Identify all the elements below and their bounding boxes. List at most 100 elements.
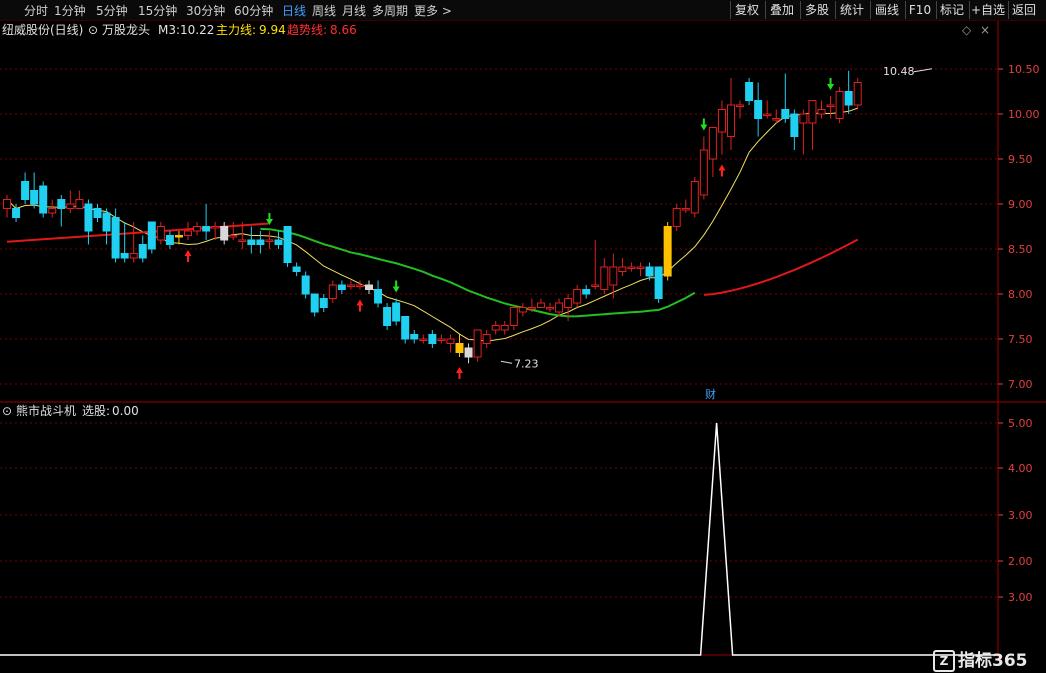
main-y-axis: 10.50 10.00 9.50 9.00 8.50 8.00 7.50 7.00 [998,63,1040,391]
candle-body-29 [265,239,274,242]
candle-body-65 [591,284,600,287]
candle-body-53 [482,334,491,344]
candle-body-41 [374,289,383,304]
candle-body-0 [3,199,11,209]
sub-y-label-4: 3.00 [1008,591,1033,604]
up-arrow-0 [184,250,192,262]
candle-body-22 [202,226,211,232]
candle-body-71 [645,266,654,277]
main-y-label-6: 7.50 [1008,333,1033,346]
sub-signal-polyline [0,422,998,656]
price-annotations: 10.48 7.23 财 [500,65,933,401]
candle-body-77 [699,149,708,196]
down-arrow-1 [392,280,400,293]
candle-body-90 [817,109,826,115]
candle-body-25 [229,235,238,238]
candle-body-48 [437,338,446,341]
candle-body-62 [564,298,573,308]
tab-period-5[interactable]: 60分钟 [234,3,273,19]
candle-body-92 [835,91,844,119]
candle-body-45 [410,334,419,340]
main-y-label-1: 10.00 [1008,108,1040,121]
candle-body-61 [555,302,564,313]
candle-body-28 [256,239,265,245]
candle-body-54 [491,325,500,331]
candle-body-73 [663,226,672,277]
candle-body-88 [799,113,808,124]
candle-body-17 [156,226,165,241]
candle-body-27 [247,239,256,245]
tab-period-9[interactable]: 多周期 [372,3,408,19]
tab-period-0[interactable]: 分时 [24,3,48,19]
candle-body-56 [509,307,518,326]
candle-body-7 [66,203,75,209]
kline-chart[interactable]: 10.50 10.00 9.50 9.00 8.50 8.00 7.50 7.00 5.00 4… [0,21,1046,661]
toolbar-button-4[interactable]: 画线 [870,1,903,19]
candle-body-14 [129,253,138,259]
watermark-logo: Z 指标365 [933,649,1028,673]
toolbar-button-5[interactable]: F10 [905,1,934,19]
candle-body-78 [708,127,717,160]
tab-period-10[interactable]: 更多 > [414,3,452,19]
candle-body-80 [727,104,735,137]
candle-body-51 [464,347,473,358]
sub-y-label-3: 2.00 [1008,555,1033,568]
tab-period-8[interactable]: 月线 [342,3,366,19]
event-marker-cai[interactable]: 财 [705,387,716,401]
candle-body-57 [518,307,527,313]
candle-body-18 [165,235,174,245]
candle-body-40 [365,284,373,290]
tab-period-2[interactable]: 5分钟 [96,3,128,19]
tab-period-6[interactable]: 日线 [282,3,306,19]
candle-body-44 [401,316,410,340]
candle-body-79 [717,109,726,133]
tab-period-4[interactable]: 30分钟 [186,3,225,19]
tab-period-3[interactable]: 15分钟 [138,3,177,19]
down-arrow-2 [700,118,708,131]
tab-period-7[interactable]: 周线 [312,3,336,19]
candle-body-84 [763,113,772,116]
candle-body-58 [527,307,536,310]
candle-body-16 [147,221,156,250]
main-y-label-7: 7.00 [1008,378,1033,391]
candle-body-85 [772,118,781,121]
trend-line-red-late [703,238,859,296]
sub-y-label-0: 5.00 [1008,417,1033,430]
toolbar-button-6[interactable]: 标记 [936,1,967,19]
candle-body-8 [75,199,84,209]
candle-body-13 [120,253,129,259]
candle-body-86 [781,109,790,119]
candle-body-31 [283,226,292,263]
candle-body-94 [853,82,862,106]
toolbar-button-2[interactable]: 多股 [800,1,833,19]
candle-body-83 [754,100,763,119]
candle-body-55 [500,325,509,331]
chart-grid [0,21,1046,661]
up-arrow-2 [456,367,463,379]
candle-body-20 [184,230,192,236]
up-arrow-1 [356,299,364,312]
candle-body-39 [355,284,364,287]
candle-body-3 [30,190,39,205]
candle-body-50 [455,343,464,353]
main-y-label-3: 9.00 [1008,198,1033,211]
logo-badge: Z [933,650,955,672]
candle-body-6 [57,199,66,209]
toolbar-button-3[interactable]: 统计 [835,1,868,19]
toolbar-button-7[interactable]: +自选 [969,1,1006,19]
sub-y-label-1: 4.00 [1008,462,1033,475]
candle-body-21 [193,226,202,232]
main-y-label-4: 8.50 [1008,243,1033,256]
moving-average-lines [6,107,859,342]
tab-period-1[interactable]: 1分钟 [54,3,86,19]
toolbar-button-8[interactable]: 返回 [1008,1,1039,19]
candle-body-68 [618,266,627,272]
toolbar-button-0[interactable]: 复权 [730,1,763,19]
candle-body-46 [419,338,428,341]
toolbar-button-1[interactable]: 叠加 [765,1,798,19]
candle-body-35 [319,298,328,308]
candle-body-2 [21,181,30,200]
main-y-label-0: 10.50 [1008,63,1040,76]
candle-body-37 [337,284,346,290]
sub-signal-line [0,422,998,656]
